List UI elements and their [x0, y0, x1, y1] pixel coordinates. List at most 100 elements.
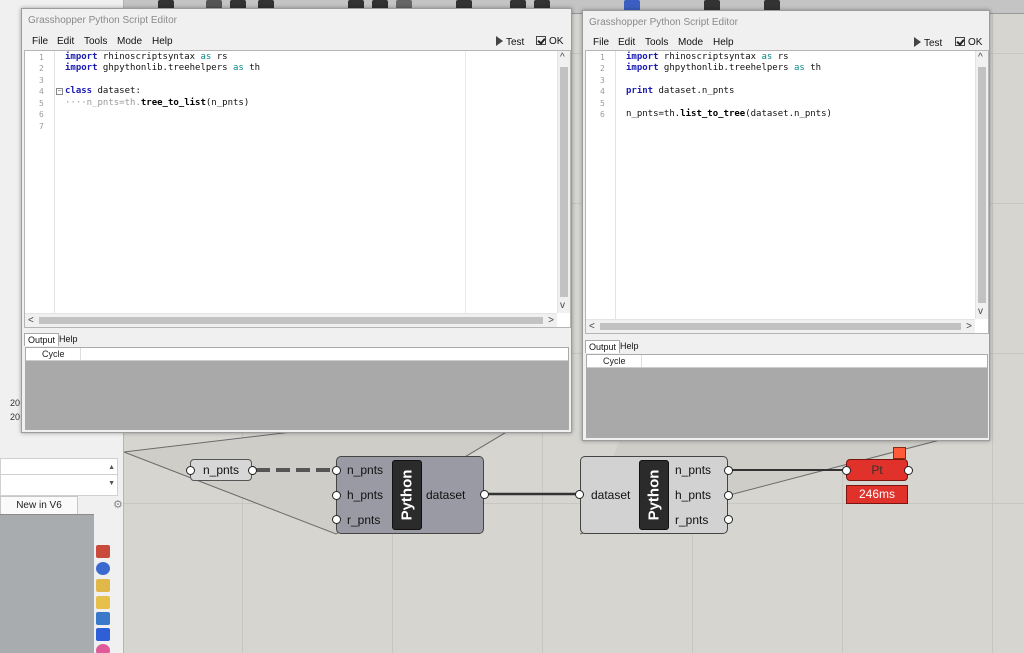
line-gutter: 1 2 3 4 5 6 7 [25, 51, 55, 327]
scroll-thumb[interactable] [560, 67, 568, 297]
line-number: 3 [600, 76, 605, 85]
menu-tools[interactable]: Tools [645, 37, 668, 48]
output-grip[interactable] [480, 490, 489, 499]
scroll-up-icon[interactable]: ^ [560, 52, 565, 64]
display-icon[interactable] [96, 612, 110, 625]
ok-button[interactable]: OK [955, 37, 982, 48]
input-grip[interactable] [332, 466, 341, 475]
play-icon [914, 37, 921, 47]
tab-help[interactable]: Help [56, 333, 81, 345]
output-panel: Cycle [586, 354, 988, 438]
menu-bar: File Edit Tools Mode Help Test OK [583, 34, 989, 50]
code-line-4: class dataset: [65, 86, 141, 96]
output-grip[interactable] [724, 491, 733, 500]
scroll-right-icon[interactable]: > [966, 321, 972, 333]
script-editor-window-2[interactable]: Grasshopper Python Script Editor File Ed… [582, 10, 990, 441]
menu-help[interactable]: Help [152, 36, 173, 47]
margin-guide [465, 51, 466, 327]
code-line-2: import ghpythonlib.treehelpers as th [626, 63, 822, 73]
code-editor[interactable]: 1 2 3 4 5 6 7 − import rhinoscriptsyntax… [24, 50, 571, 328]
ok-label: OK [549, 36, 564, 47]
component-name: Python [645, 469, 663, 521]
python-component-1[interactable]: n_pnts h_pnts r_pnts Python dataset [336, 456, 484, 534]
component-name-box: Python [392, 460, 422, 530]
output-panel: Cycle [25, 347, 569, 430]
input-grip[interactable] [332, 491, 341, 500]
test-button[interactable]: Test [914, 37, 942, 49]
code-line-2: import ghpythonlib.treehelpers as th [65, 63, 261, 73]
panel-content-area [0, 514, 94, 653]
gear-icon[interactable]: ⚙ [113, 498, 123, 511]
fold-toggle-icon[interactable]: − [56, 88, 63, 95]
output-grip[interactable] [904, 466, 913, 475]
python-component-2[interactable]: dataset Python n_pnts h_pnts r_pnts [580, 456, 728, 534]
material-icon[interactable] [96, 562, 110, 575]
input-grip[interactable] [575, 490, 584, 499]
tab-output[interactable]: Output [585, 340, 621, 353]
script-editor-window-1[interactable]: Grasshopper Python Script Editor File Ed… [21, 8, 572, 433]
output-n-pnts: n_pnts [675, 463, 712, 477]
tab-help[interactable]: Help [617, 340, 642, 352]
menu-bar: File Edit Tools Mode Help Test OK [22, 34, 571, 50]
line-number: 5 [600, 99, 605, 108]
window-title: Grasshopper Python Script Editor [28, 15, 177, 26]
checkbox-icon [536, 36, 546, 45]
input-grip[interactable] [186, 466, 195, 475]
scroll-thumb[interactable] [978, 67, 986, 303]
ok-button[interactable]: OK [536, 36, 563, 47]
color-wheel-icon[interactable] [96, 644, 110, 653]
n-pnts-panel[interactable]: n_pnts [190, 459, 252, 481]
chevron-down-icon: ▼ [108, 480, 115, 487]
menu-file[interactable]: File [593, 37, 609, 48]
test-button[interactable]: Test [496, 36, 524, 48]
scroll-up-icon[interactable]: ^ [978, 52, 983, 64]
menu-edit[interactable]: Edit [57, 36, 74, 47]
horizontal-scrollbar[interactable]: < > [586, 319, 975, 333]
output-r-pnts: r_pnts [675, 513, 709, 527]
panel-dropdown[interactable]: ▼ [0, 474, 118, 496]
scroll-left-icon[interactable]: < [589, 321, 595, 333]
panel-row-value: 20 [10, 412, 21, 422]
menu-mode[interactable]: Mode [117, 36, 142, 47]
menu-help[interactable]: Help [713, 37, 734, 48]
line-number: 6 [600, 110, 605, 119]
input-r-pnts: r_pnts [347, 513, 381, 527]
tab-new-in-v6[interactable]: New in V6 [0, 496, 78, 514]
menu-edit[interactable]: Edit [618, 37, 635, 48]
pencil-icon[interactable] [96, 579, 110, 592]
output-grip[interactable] [248, 466, 257, 475]
line-number: 1 [600, 53, 605, 62]
scroll-left-icon[interactable]: < [28, 315, 34, 327]
play-icon [496, 36, 503, 46]
scroll-right-icon[interactable]: > [548, 315, 554, 327]
menu-tools[interactable]: Tools [84, 36, 107, 47]
horizontal-scrollbar[interactable]: < > [25, 313, 557, 327]
menu-file[interactable]: File [32, 36, 48, 47]
tab-output[interactable]: Output [24, 333, 60, 346]
pt-component[interactable]: Pt [846, 459, 908, 481]
input-grip[interactable] [332, 515, 341, 524]
output-h-pnts: h_pnts [675, 488, 712, 502]
code-line-5: ····n_pnts=th.tree_to_list(n_pnts) [65, 98, 250, 108]
output-tabs: Output Help [22, 333, 571, 346]
scroll-down-icon[interactable]: v [560, 300, 565, 312]
output-grip[interactable] [724, 515, 733, 524]
scroll-thumb[interactable] [600, 323, 961, 330]
folder-icon[interactable] [96, 596, 110, 609]
input-grip[interactable] [842, 466, 851, 475]
bell-icon[interactable] [96, 628, 110, 641]
output-grip[interactable] [724, 466, 733, 475]
test-label: Test [506, 37, 525, 48]
line-number: 4 [600, 87, 605, 96]
code-editor[interactable]: 1 2 3 4 5 6 import rhinoscriptsyntax as … [585, 50, 989, 334]
layer-icon[interactable] [96, 545, 110, 558]
scroll-down-icon[interactable]: v [978, 306, 983, 318]
checkbox-icon [955, 37, 965, 46]
scroll-thumb[interactable] [39, 317, 543, 324]
window-title: Grasshopper Python Script Editor [589, 17, 738, 28]
menu-mode[interactable]: Mode [678, 37, 703, 48]
output-header: Cycle [26, 348, 568, 361]
input-dataset: dataset [591, 488, 631, 502]
vertical-scrollbar[interactable]: ^ v [557, 51, 570, 313]
vertical-scrollbar[interactable]: ^ v [975, 51, 988, 319]
